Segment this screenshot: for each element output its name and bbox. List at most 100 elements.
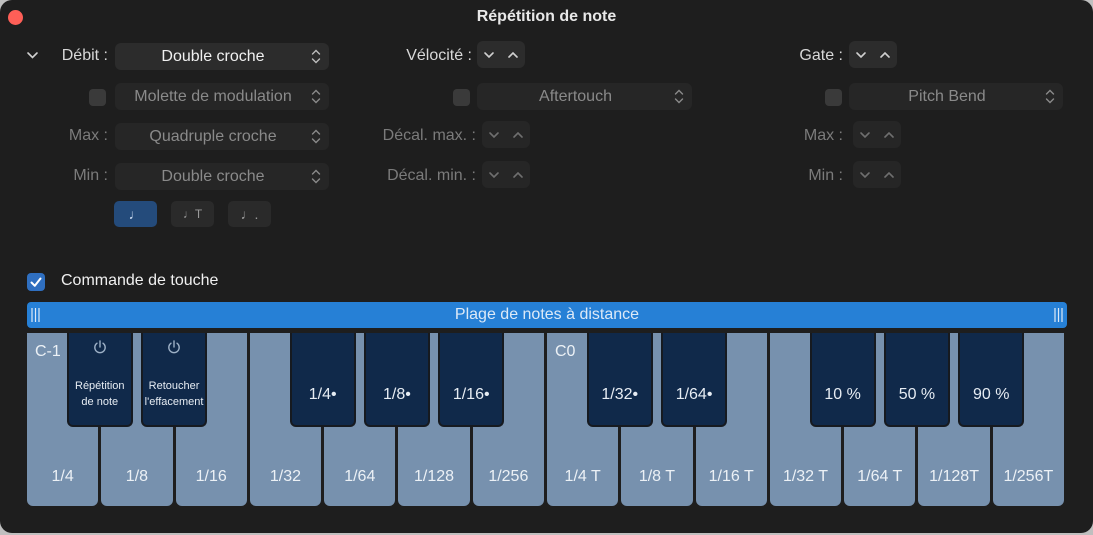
note-triplet-button[interactable]: ♩T	[171, 201, 214, 227]
stepper-down-icon[interactable]	[858, 128, 872, 142]
rate-value: Double croche	[161, 47, 265, 65]
gate-modulation-checkbox[interactable]	[825, 89, 842, 106]
velocity-label: Vélocité :	[406, 47, 472, 64]
stepper-down-icon[interactable]	[487, 168, 501, 182]
stepper-up-icon[interactable]	[878, 48, 892, 62]
black-key[interactable]: Retoucher l'effacement	[141, 333, 208, 427]
black-key[interactable]: 10 %	[809, 333, 876, 427]
gate-max-label: Max :	[803, 127, 843, 144]
updown-arrows-icon	[311, 89, 321, 104]
rate-popup[interactable]: Double croche	[115, 43, 329, 70]
updown-arrows-icon	[311, 129, 321, 144]
quarter-note-icon: ♩	[128, 206, 143, 222]
velocity-max-label: Décal. max. :	[382, 127, 476, 144]
black-key-label: Répétition de note	[75, 380, 125, 408]
rate-modulation-checkbox[interactable]	[89, 89, 106, 106]
updown-arrows-icon	[311, 169, 321, 184]
black-key-label: 1/32•	[601, 386, 639, 403]
rate-modulation-value: Molette de modulation	[134, 87, 292, 105]
black-key-label: 1/64•	[675, 386, 713, 403]
checkmark-icon	[30, 277, 42, 287]
velocity-modulation-checkbox[interactable]	[453, 89, 470, 106]
white-key-label: 1/128	[414, 468, 455, 485]
white-key-label: 1/4	[51, 468, 74, 485]
range-label: Plage de notes à distance	[454, 306, 640, 323]
gate-modulation-value: Pitch Bend	[908, 87, 986, 105]
note-normal-button[interactable]: ♩	[114, 201, 157, 227]
dotted-note-icon: ♩.	[240, 206, 259, 222]
rate-max-label: Max :	[68, 127, 108, 144]
white-key-label: 1/32	[269, 468, 302, 485]
chevron-down-icon[interactable]	[26, 50, 39, 60]
triplet-note-icon: ♩T	[182, 207, 203, 221]
white-key-label: 1/8 T	[638, 468, 675, 485]
rate-max-popup[interactable]: Quadruple croche	[115, 123, 329, 150]
black-key[interactable]: 90 %	[958, 333, 1025, 427]
black-key[interactable]: 1/32•	[586, 333, 653, 427]
gate-min-label: Min :	[808, 167, 843, 184]
stepper-down-icon[interactable]	[487, 128, 501, 142]
octave-label: C-1	[35, 343, 61, 360]
black-key-label: 1/8•	[383, 386, 411, 403]
black-key[interactable]: 50 %	[883, 333, 950, 427]
key-command-checkbox[interactable]	[27, 273, 45, 291]
white-key-label: 1/128T	[929, 468, 979, 485]
stepper-down-icon[interactable]	[858, 168, 872, 182]
gate-stepper[interactable]	[849, 41, 897, 68]
black-key[interactable]: 1/4•	[289, 333, 356, 427]
black-key-label: Retoucher l'effacement	[144, 380, 204, 408]
updown-arrows-icon	[674, 89, 684, 104]
gate-modulation-popup[interactable]: Pitch Bend	[849, 83, 1063, 110]
stepper-up-icon[interactable]	[882, 168, 896, 182]
stepper-up-icon[interactable]	[882, 128, 896, 142]
gate-min-stepper[interactable]	[853, 161, 901, 188]
white-key-label: 1/32 T	[782, 468, 829, 485]
updown-arrows-icon	[311, 49, 321, 64]
black-key-label: 50 %	[898, 386, 936, 403]
gate-max-stepper[interactable]	[853, 121, 901, 148]
black-key[interactable]: 1/16•	[438, 333, 505, 427]
white-key-label: 1/64 T	[857, 468, 903, 485]
power-icon	[168, 340, 180, 354]
black-key-label: 1/16•	[452, 386, 490, 403]
power-icon	[93, 340, 106, 354]
stepper-down-icon[interactable]	[482, 48, 496, 62]
black-key[interactable]: 1/64•	[661, 333, 728, 427]
black-key[interactable]: 1/8•	[363, 333, 430, 427]
black-key[interactable]: Répétition de note	[66, 333, 133, 427]
stepper-up-icon[interactable]	[511, 128, 525, 142]
white-key-label: 1/8	[125, 468, 149, 485]
note-repeat-window: Répétition de note Débit : Double croche…	[0, 0, 1093, 533]
velocity-modulation-popup[interactable]: Aftertouch	[477, 83, 692, 110]
black-key-label: 10 %	[824, 386, 861, 403]
stepper-up-icon[interactable]	[511, 168, 525, 182]
white-key-label: 1/4 T	[564, 468, 601, 485]
white-key-label: 1/64	[344, 468, 376, 485]
remote-note-range-bar[interactable]: Plage de notes à distance	[27, 302, 1067, 328]
stepper-down-icon[interactable]	[854, 48, 868, 62]
velocity-min-label: Décal. min. :	[387, 167, 476, 184]
velocity-modulation-value: Aftertouch	[539, 87, 612, 105]
updown-arrows-icon	[1045, 89, 1055, 104]
rate-min-value: Double croche	[161, 167, 265, 185]
rate-max-value: Quadruple croche	[149, 127, 277, 145]
velocity-stepper[interactable]	[477, 41, 525, 68]
gate-label: Gate :	[799, 47, 843, 64]
rate-label: Débit :	[61, 47, 108, 64]
white-key-label: 1/256T	[1003, 468, 1054, 485]
rate-min-label: Min :	[73, 167, 108, 184]
black-key-label: 1/4•	[308, 386, 337, 403]
white-key-label: 1/256	[488, 468, 529, 485]
keyboard: 1/4 C-1 1/8 1/16 1/32 1/64 1/128 1/256 1/4 T C0 1/…	[27, 333, 1067, 506]
black-key-label: 90 %	[972, 386, 1010, 403]
range-start-handle[interactable]	[31, 307, 40, 323]
key-command-label: Commande de touche	[61, 272, 219, 289]
stepper-up-icon[interactable]	[506, 48, 520, 62]
note-dotted-button[interactable]: ♩.	[228, 201, 271, 227]
window-title: Répétition de note	[476, 8, 617, 25]
rate-min-popup[interactable]: Double croche	[115, 163, 329, 190]
range-end-handle[interactable]	[1054, 307, 1063, 323]
velocity-max-stepper[interactable]	[482, 121, 530, 148]
velocity-min-stepper[interactable]	[482, 161, 530, 188]
rate-modulation-popup[interactable]: Molette de modulation	[115, 83, 329, 110]
